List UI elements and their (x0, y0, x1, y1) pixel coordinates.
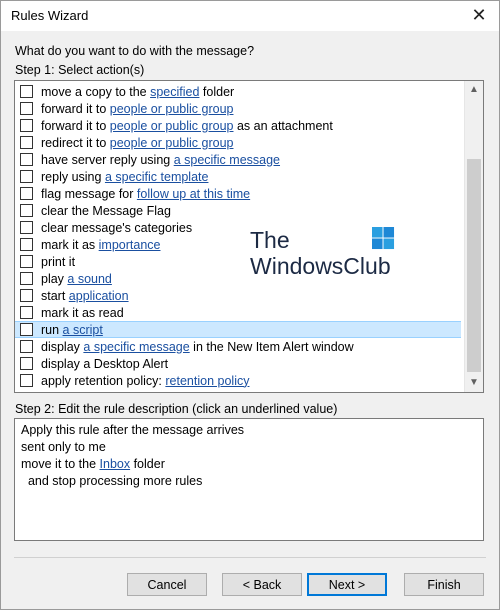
rules-wizard-dialog: Rules Wizard ✕ What do you want to do wi… (0, 0, 500, 610)
action-row[interactable]: move a copy to the specified folder (15, 83, 461, 100)
description-line-4: and stop processing more rules (21, 474, 203, 488)
watermark-line-1: The (250, 227, 290, 253)
action-checkbox[interactable] (20, 102, 33, 115)
action-value-link[interactable]: people or public group (110, 136, 234, 150)
action-label: apply retention policy: (41, 373, 166, 388)
action-label: display a Desktop Alert (41, 356, 169, 371)
action-label-suffix: folder (199, 84, 235, 99)
action-checkbox[interactable] (20, 374, 33, 387)
action-value-link[interactable]: a specific message (83, 340, 189, 354)
action-checkbox[interactable] (20, 136, 33, 149)
actions-scrollbar[interactable]: ▲ ▼ (464, 81, 483, 392)
action-checkbox[interactable] (20, 323, 33, 336)
rule-description-box: Apply this rule after the message arrive… (14, 418, 484, 541)
action-checkbox[interactable] (20, 119, 33, 132)
action-checkbox[interactable] (20, 289, 33, 302)
question-label: What do you want to do with the message? (15, 44, 255, 58)
title-bar: Rules Wizard ✕ (1, 1, 499, 31)
action-checkbox[interactable] (20, 306, 33, 319)
action-row[interactable]: mark it as read (15, 304, 461, 321)
scroll-up-arrow-icon[interactable]: ▲ (465, 81, 483, 98)
action-label: move a copy to the (41, 84, 151, 99)
action-label: mark it as read (41, 305, 124, 320)
watermark: The WindowsClub (250, 227, 395, 279)
scroll-thumb[interactable] (467, 159, 481, 372)
action-value-link[interactable]: a specific message (174, 153, 280, 167)
finish-button[interactable]: Finish (404, 573, 484, 596)
action-checkbox[interactable] (20, 85, 33, 98)
action-label: display (41, 339, 84, 354)
action-label-suffix: as an attachment (233, 118, 333, 133)
action-row[interactable]: forward it to people or public group (15, 100, 461, 117)
action-value-link[interactable]: application (69, 289, 129, 303)
action-value-link[interactable]: a script (63, 323, 103, 337)
next-button[interactable]: Next > (307, 573, 387, 596)
action-label: mark it as (41, 237, 99, 252)
action-label: run (41, 322, 63, 337)
action-row[interactable]: reply using a specific template (15, 168, 461, 185)
action-label: redirect it to (41, 135, 110, 150)
action-value-link[interactable]: a specific template (105, 170, 209, 184)
action-value-link[interactable]: a sound (67, 272, 111, 286)
action-label: forward it to (41, 101, 110, 116)
action-row[interactable]: apply retention policy: retention policy (15, 372, 461, 389)
actions-list[interactable]: move a copy to the specified folder forwa… (14, 80, 484, 393)
action-label: forward it to (41, 118, 110, 133)
action-label: print it (41, 254, 76, 269)
window-title: Rules Wizard (11, 8, 89, 23)
description-line-3: move it to the Inbox folder (21, 457, 165, 471)
button-divider (14, 557, 486, 558)
action-row[interactable]: have server reply using a specific messa… (15, 151, 461, 168)
windows-logo-icon (372, 227, 395, 250)
action-row[interactable]: display a specific message in the New It… (15, 338, 461, 355)
action-checkbox[interactable] (20, 187, 33, 200)
scroll-down-arrow-icon[interactable]: ▼ (465, 374, 483, 391)
action-value-link[interactable]: people or public group (110, 102, 234, 116)
action-checkbox[interactable] (20, 170, 33, 183)
action-label: start (41, 288, 69, 303)
action-checkbox[interactable] (20, 255, 33, 268)
action-value-link[interactable]: retention policy (165, 374, 249, 388)
action-label: play (41, 271, 68, 286)
description-line-3-text: move it to the (21, 457, 100, 471)
action-label: have server reply using (41, 152, 174, 167)
action-label: clear the Message Flag (41, 203, 171, 218)
description-line-2: sent only to me (21, 440, 106, 454)
action-checkbox[interactable] (20, 204, 33, 217)
watermark-line-2: WindowsClub (250, 253, 391, 279)
action-row[interactable]: clear the Message Flag (15, 202, 461, 219)
action-checkbox[interactable] (20, 238, 33, 251)
action-label: clear message's categories (41, 220, 193, 235)
description-line-1: Apply this rule after the message arrive… (21, 423, 245, 437)
action-row[interactable]: start application (15, 287, 461, 304)
close-icon[interactable]: ✕ (465, 3, 493, 29)
step1-label: Step 1: Select action(s) (15, 63, 145, 77)
action-checkbox[interactable] (20, 272, 33, 285)
action-row[interactable]: redirect it to people or public group (15, 134, 461, 151)
action-label-suffix: in the New Item Alert window (189, 339, 354, 354)
action-row[interactable]: flag message for follow up at this time (15, 185, 461, 202)
action-checkbox[interactable] (20, 357, 33, 370)
action-checkbox[interactable] (20, 153, 33, 166)
action-value-link[interactable]: follow up at this time (137, 187, 250, 201)
back-button[interactable]: < Back (222, 573, 302, 596)
action-value-link[interactable]: importance (99, 238, 161, 252)
description-line-3-suffix: folder (130, 457, 165, 471)
action-label: flag message for (41, 186, 137, 201)
action-checkbox[interactable] (20, 221, 33, 234)
action-value-link[interactable]: people or public group (110, 119, 234, 133)
action-row[interactable]: forward it to people or public group as … (15, 117, 461, 134)
cancel-button[interactable]: Cancel (127, 573, 207, 596)
action-row[interactable]: run a script (15, 321, 461, 338)
action-row[interactable]: display a Desktop Alert (15, 355, 461, 372)
action-label: reply using (41, 169, 105, 184)
action-checkbox[interactable] (20, 340, 33, 353)
inbox-folder-link[interactable]: Inbox (100, 457, 131, 471)
action-row[interactable]: print it (15, 253, 461, 270)
action-value-link[interactable]: specified (150, 85, 199, 99)
step2-label: Step 2: Edit the rule description (click… (15, 402, 338, 416)
action-row[interactable]: play a sound (15, 270, 461, 287)
